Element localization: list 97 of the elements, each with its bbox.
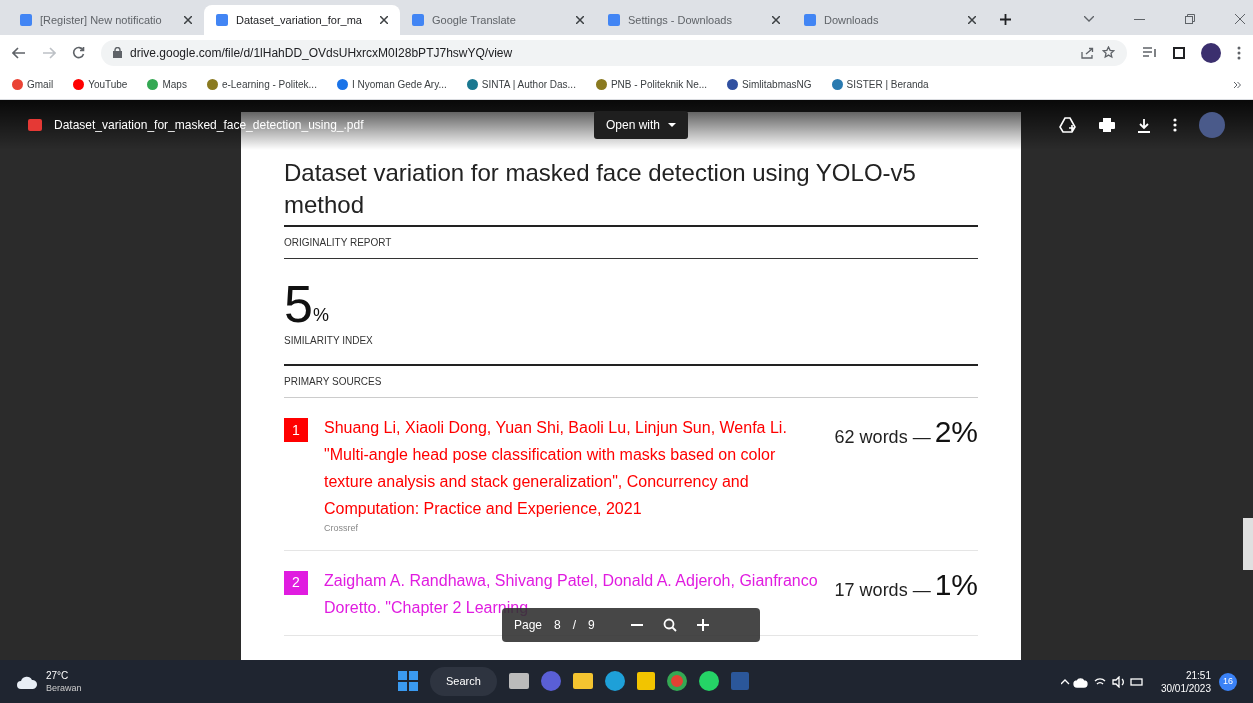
source-number: 1	[284, 418, 308, 442]
close-icon[interactable]	[576, 16, 584, 24]
temperature: 27°C	[46, 669, 70, 682]
word-count: 17 words —	[834, 578, 931, 602]
more-bookmarks-icon[interactable]	[1234, 81, 1241, 88]
search-button[interactable]: Search	[430, 667, 497, 696]
start-icon[interactable]	[398, 671, 418, 692]
browser-icon[interactable]	[604, 671, 625, 692]
section-label: PRIMARY SOURCES	[284, 366, 978, 398]
menu-icon[interactable]	[1237, 45, 1241, 60]
page-number: 8	[554, 617, 561, 634]
bookmark-icon	[73, 79, 85, 90]
lock-icon	[113, 47, 122, 58]
avatar-icon[interactable]	[1201, 42, 1221, 63]
chat-icon[interactable]	[540, 671, 561, 692]
close-icon[interactable]	[772, 16, 780, 24]
caret-icon	[668, 123, 677, 127]
page-total: 9	[588, 617, 595, 634]
back-icon[interactable]	[12, 46, 26, 59]
match-percent: 1%	[934, 566, 978, 603]
match-percent: 2%	[934, 414, 978, 450]
chevron-down-icon[interactable]	[1084, 16, 1094, 22]
tab-title: Downloads	[824, 12, 880, 28]
reading-list-icon[interactable]	[1143, 47, 1157, 58]
report-title: Dataset variation for masked face detection using YOLO-v5 method	[284, 157, 978, 227]
browser-tab[interactable]: Downloads	[792, 5, 988, 35]
favicon-icon	[804, 14, 816, 26]
favicon-icon	[608, 14, 620, 26]
reload-icon[interactable]	[72, 46, 85, 59]
open-with-button[interactable]: Open with	[594, 111, 689, 139]
folder-icon[interactable]	[572, 673, 593, 690]
bookmark-icon	[466, 79, 478, 90]
source-origin: Crossref	[324, 522, 359, 535]
bookmark-icon	[147, 79, 159, 90]
restore-icon[interactable]	[1185, 14, 1195, 24]
tab-title: [Register] New notificatio	[40, 12, 163, 28]
browser-tab[interactable]: [Register] New notificatio	[8, 5, 204, 35]
bookmark-icon	[336, 79, 348, 90]
section-label: SIMILARITY INDEX	[284, 329, 978, 366]
url-text: drive.google.com/file/d/1lHahDD_OVdsUHxrcxM0I28bPTJ7hswYQ/view	[130, 44, 513, 62]
page-label: Page	[514, 617, 543, 634]
bookmark-icon	[12, 79, 23, 90]
similarity-unit: %	[312, 305, 329, 327]
bookmark-icon	[595, 79, 607, 90]
zoom-in-icon[interactable]	[696, 619, 709, 631]
bookmark[interactable]: SISTER | Beranda	[831, 77, 929, 92]
cloud-icon	[16, 674, 38, 689]
address-bar[interactable]: drive.google.com/file/d/1lHahDD_OVdsUHxrcxM0I28bPTJ7hswYQ/view	[101, 39, 1127, 66]
browser-tab[interactable]: Dataset_variation_for_ma	[204, 5, 400, 35]
bookmark[interactable]: e-Learning - Politek...	[206, 77, 317, 92]
notes-icon[interactable]	[636, 672, 655, 691]
weather-text: Berawan	[46, 681, 82, 694]
close-icon[interactable]	[968, 16, 976, 24]
tab-title: Dataset_variation_for_ma	[236, 12, 363, 28]
clock-date: 30/01/2023	[1160, 681, 1211, 695]
notification-badge[interactable]: 16	[1219, 672, 1237, 691]
more-icon[interactable]	[1173, 118, 1177, 132]
close-icon[interactable]	[184, 16, 192, 24]
drive-plus-icon[interactable]	[1059, 117, 1077, 133]
share-icon[interactable]	[1081, 46, 1094, 59]
word-count: 62 words —	[834, 426, 931, 449]
bookmark[interactable]: SINTA | Author Das...	[466, 77, 576, 92]
bookmark[interactable]: Gmail	[12, 77, 54, 92]
file-name: Dataset_variation_for_masked_face_detection_using_.pdf	[54, 117, 365, 134]
section-label: ORIGINALITY REPORT	[284, 227, 978, 259]
tab-title: Google Translate	[432, 12, 517, 28]
system-tray-icons[interactable]	[1060, 675, 1145, 688]
source-number: 2	[284, 570, 308, 595]
favicon-icon	[216, 14, 228, 26]
page-separator: /	[572, 617, 577, 634]
bookmark-icon	[206, 79, 218, 90]
favicon-icon	[20, 14, 32, 26]
source-citation[interactable]: Shuang Li, Xiaoli Dong, Yuan Shi, Baoli Lu, Linjun Sun, Wenfa Li. "Multi‐angle head pose classification with masks based on color texture analysis and stack generalization", Concurrency and Computation: Practice and Experience, 2021	[324, 414, 819, 522]
browser-tab[interactable]: Google Translate	[400, 5, 596, 35]
bookmark[interactable]: YouTube	[73, 77, 128, 92]
bookmark-icon	[727, 79, 739, 90]
favicon-icon	[412, 14, 424, 26]
browser-tab[interactable]: Settings - Downloads	[596, 5, 792, 35]
close-icon[interactable]	[380, 16, 388, 24]
close-icon[interactable]	[1235, 14, 1245, 24]
tab-title: Settings - Downloads	[628, 12, 733, 28]
star-icon[interactable]	[1102, 46, 1115, 59]
download-icon[interactable]	[1137, 117, 1151, 133]
bookmark[interactable]: Maps	[147, 77, 187, 92]
side-panel-icon[interactable]	[1173, 46, 1185, 59]
bookmark[interactable]: PNB - Politeknik Ne...	[595, 77, 708, 92]
pdf-icon	[28, 119, 42, 131]
task-view-icon[interactable]	[508, 673, 529, 690]
new-tab-icon[interactable]	[1000, 14, 1011, 25]
clock-time: 21:51	[1185, 668, 1211, 682]
bookmark[interactable]: I Nyoman Gede Ary...	[336, 77, 447, 92]
bookmark-icon	[831, 79, 843, 90]
similarity-value: 5	[284, 279, 313, 329]
bookmark[interactable]: SimlitabmasNG	[727, 77, 812, 92]
zoom-icon[interactable]	[662, 618, 677, 632]
chat-bubble-icon[interactable]	[698, 671, 719, 692]
scrollbar-thumb[interactable]	[1243, 518, 1253, 570]
